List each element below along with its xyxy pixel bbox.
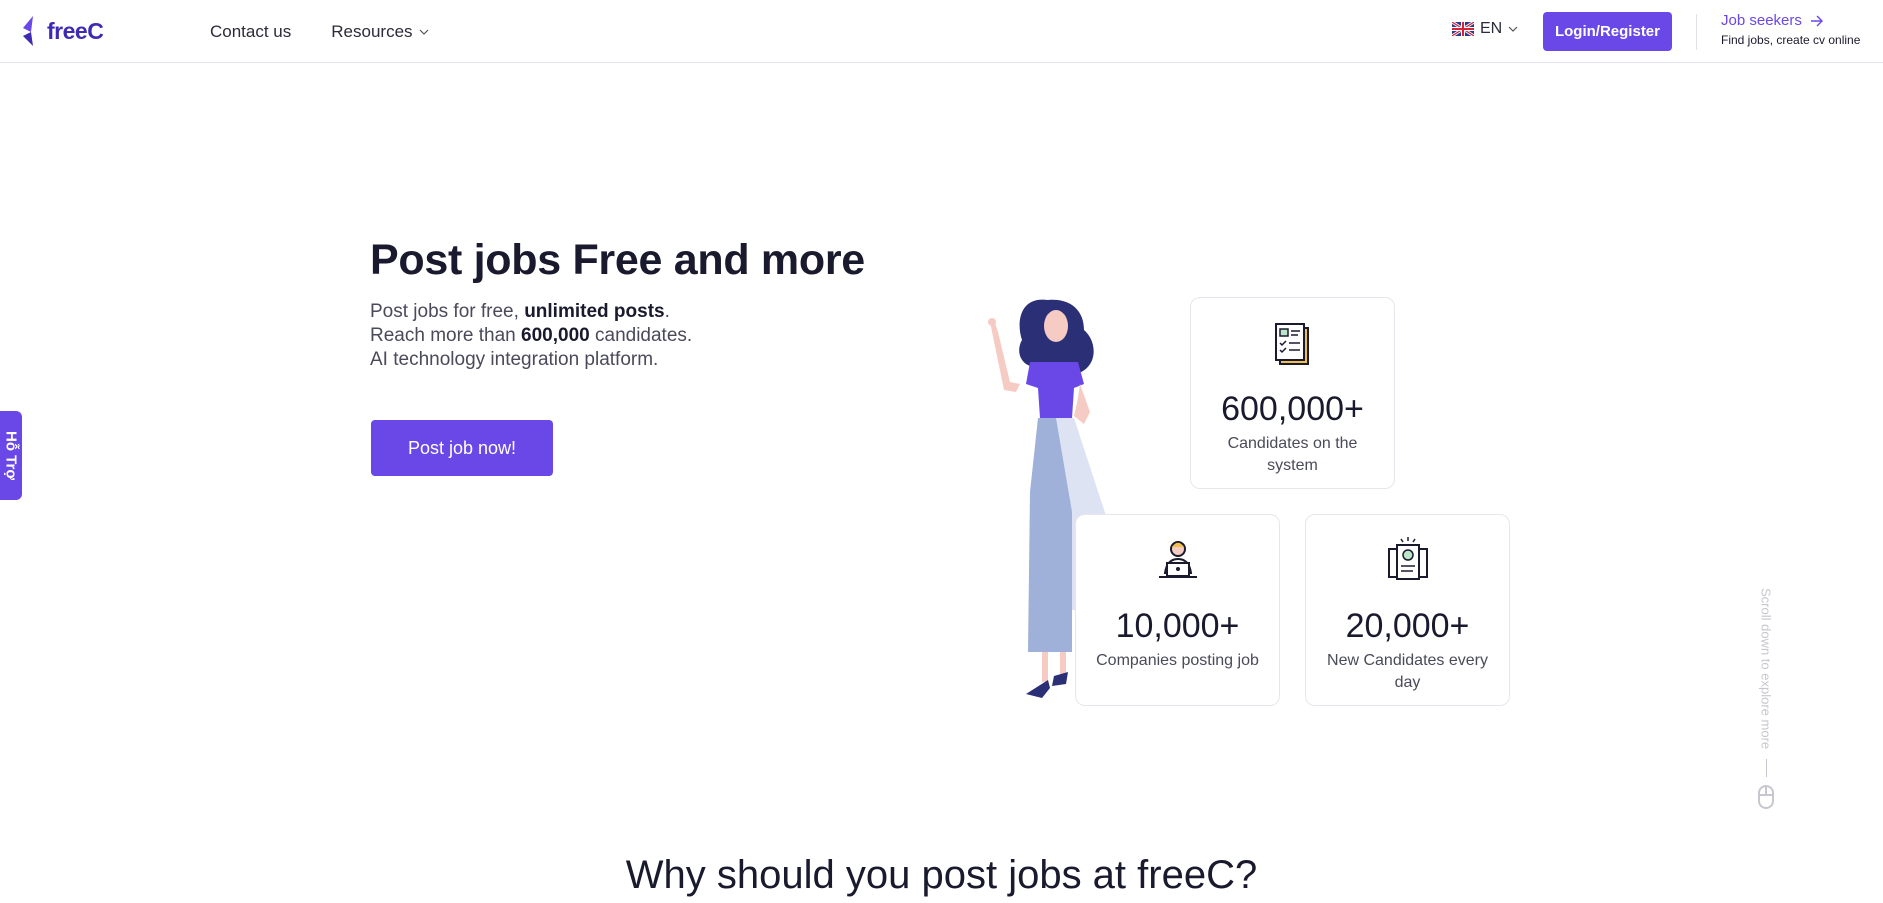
language-label: EN (1480, 20, 1503, 37)
stat-label-candidates: Candidates on the system (1227, 435, 1358, 474)
hero-line-1-text: Post jobs for free, (370, 301, 525, 322)
freec-logo[interactable]: freeC (19, 14, 104, 48)
language-selector[interactable]: EN (1452, 20, 1518, 38)
hero-line-1-strong: unlimited posts (524, 301, 665, 322)
job-seekers-subtitle: Find jobs, create cv online (1721, 33, 1861, 47)
post-job-now-button[interactable]: Post job now! (371, 420, 553, 476)
hero-title: Post jobs Free and more (370, 236, 865, 284)
mouse-icon (1758, 785, 1774, 810)
nav-contact-us-label: Contact us (210, 21, 292, 41)
top-header: freeC Contact us Resources EN Login/Regi… (0, 0, 1883, 63)
document-list-icon (1274, 323, 1309, 365)
section-title: Why should you post jobs at freeC? (625, 853, 1258, 897)
hero-line-3: AI technology integration platform. (370, 349, 659, 370)
stat-value-candidates: 600,000+ (1221, 390, 1364, 428)
hero-description: Post jobs for free, unlimited posts. Rea… (370, 300, 692, 372)
stat-card-candidates: 600,000+ Candidates on the system (1190, 297, 1395, 489)
support-tab[interactable]: Hỗ Trợ (0, 411, 22, 500)
arrow-right-icon (1810, 15, 1823, 26)
stat-value-new-candidates: 20,000+ (1345, 607, 1470, 645)
hero-line-2-end: candidates. (589, 325, 693, 346)
scroll-hint-line (1765, 759, 1767, 778)
main-nav: Contact us Resources (210, 0, 429, 63)
freec-logo-icon (23, 16, 33, 46)
hero-line-1: Post jobs for free, unlimited posts. (370, 300, 692, 324)
job-seekers-link[interactable]: Job seekers Find jobs, create cv online (1721, 12, 1860, 47)
logo-text: freeC (47, 17, 104, 44)
header-divider (1696, 14, 1697, 50)
stat-value-companies: 10,000+ (1115, 607, 1240, 645)
uk-flag-icon (1452, 22, 1474, 36)
nav-resources-label: Resources (331, 21, 413, 41)
chevron-down-icon (419, 29, 428, 35)
stat-label-new-candidates: New Candidates every day (1327, 652, 1488, 691)
stat-card-companies: 10,000+ Companies posting job (1075, 514, 1280, 706)
stat-label-companies: Companies posting job (1096, 652, 1259, 669)
hero-line-2-text: Reach more than (370, 325, 522, 346)
login-register-button[interactable]: Login/Register (1543, 12, 1672, 51)
support-tab-label: Hỗ Trợ (2, 431, 20, 480)
scroll-hint: Scroll down to explore more (1758, 588, 1774, 810)
hero-line-2: Reach more than 600,000 candidates. (370, 324, 692, 348)
nav-resources[interactable]: Resources (331, 22, 428, 42)
stat-card-new-candidates: 20,000+ New Candidates every day (1305, 514, 1510, 706)
chevron-down-icon (1508, 26, 1518, 32)
hero-line-1-end: . (664, 301, 670, 322)
person-laptop-icon (1158, 541, 1197, 578)
scroll-hint-text: Scroll down to explore more (1758, 588, 1774, 750)
id-card-icon (1387, 537, 1428, 580)
hero-line-2-strong: 600,000 (521, 325, 590, 346)
job-seekers-label: Job seekers (1721, 12, 1802, 29)
job-seekers-title: Job seekers (1721, 12, 1860, 29)
nav-contact-us[interactable]: Contact us (210, 22, 291, 42)
